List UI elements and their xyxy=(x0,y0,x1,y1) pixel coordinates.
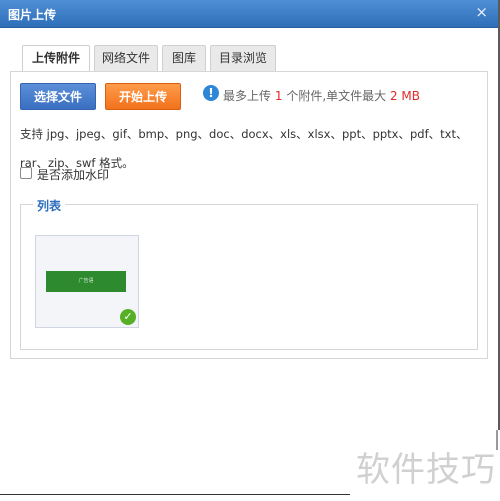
upload-panel: 选择文件 开始上传 ! 最多上传 1 个附件,单文件最大 2 MB 支持 jpg… xyxy=(10,71,488,359)
page-watermark: 软件技巧 xyxy=(356,450,496,490)
tab-network-file[interactable]: 网络文件 xyxy=(94,45,158,71)
close-icon[interactable]: × xyxy=(475,3,488,21)
upload-dialog: 图片上传 × 上传附件 网络文件 图库 目录浏览 选择文件 开始上传 ! 最多上… xyxy=(0,0,500,430)
tab-directory-browse[interactable]: 目录浏览 xyxy=(210,45,276,71)
file-list-legend: 列表 xyxy=(33,197,66,214)
check-icon: ✓ xyxy=(120,309,136,325)
watermark-checkbox[interactable] xyxy=(20,167,32,179)
tab-gallery[interactable]: 图库 xyxy=(162,45,206,71)
watermark-label[interactable]: 是否添加水印 xyxy=(37,166,109,183)
select-file-button[interactable]: 选择文件 xyxy=(20,83,96,110)
title-bar: 图片上传 × xyxy=(0,0,498,28)
thumbnail-image: 广告语 xyxy=(46,271,126,292)
info-middle: 个附件,单文件最大 xyxy=(286,89,387,103)
uploaded-image-thumbnail[interactable]: 广告语 ✓ xyxy=(35,235,139,328)
bottom-divider xyxy=(0,494,350,495)
right-edge-line xyxy=(496,430,498,450)
info-prefix: 最多上传 xyxy=(223,89,272,103)
max-size: 2 MB xyxy=(389,89,421,103)
tab-upload-attachment[interactable]: 上传附件 xyxy=(22,45,90,72)
dialog-title: 图片上传 xyxy=(8,8,57,22)
upload-limit-info: 最多上传 1 个附件,单文件最大 2 MB xyxy=(223,87,420,104)
info-icon: ! xyxy=(203,85,219,101)
max-count: 1 xyxy=(274,89,283,103)
start-upload-button[interactable]: 开始上传 xyxy=(105,83,181,110)
file-list: 列表 广告语 ✓ xyxy=(20,197,478,350)
